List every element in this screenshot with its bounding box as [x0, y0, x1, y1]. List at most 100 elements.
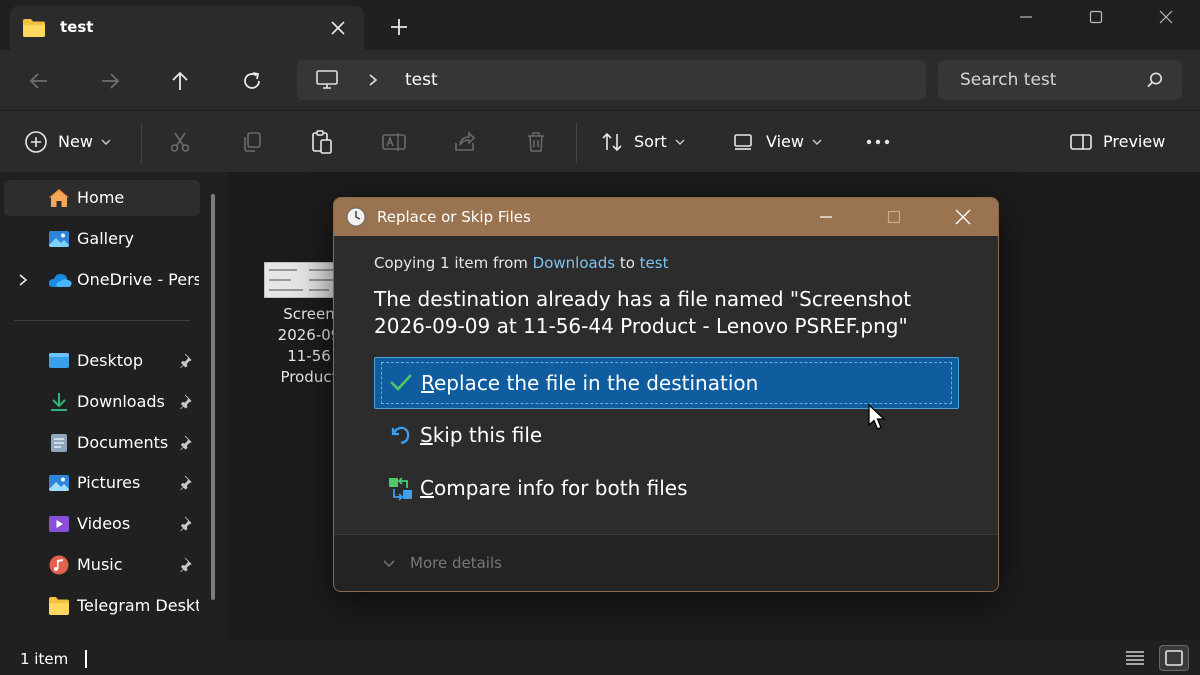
new-tab-button[interactable]	[386, 14, 412, 40]
toolbar-separator	[141, 123, 142, 163]
rename-button[interactable]	[381, 129, 407, 155]
share-button[interactable]	[453, 129, 477, 155]
dialog-maximize-button[interactable]	[870, 202, 918, 232]
sidebar-item-music[interactable]: Music	[4, 547, 200, 583]
chevron-down-icon[interactable]	[382, 559, 396, 569]
pin-icon[interactable]	[180, 353, 194, 369]
refresh-icon	[244, 72, 260, 89]
view-button[interactable]: View	[732, 129, 822, 155]
rename-icon	[382, 133, 406, 151]
chevron-right-icon[interactable]	[367, 73, 379, 87]
pictures-icon	[48, 473, 70, 493]
details-view-icon	[1126, 651, 1144, 665]
back-button[interactable]	[24, 66, 54, 96]
clock-icon	[346, 207, 366, 227]
up-button[interactable]	[165, 66, 195, 96]
copy-button[interactable]	[240, 129, 264, 155]
chevron-down-icon	[101, 139, 111, 145]
new-button[interactable]: New	[24, 129, 111, 155]
sort-button[interactable]: Sort	[600, 129, 685, 155]
pin-icon[interactable]	[180, 557, 194, 573]
home-icon	[48, 188, 70, 208]
delete-button[interactable]	[524, 129, 548, 155]
minimize-icon	[1020, 16, 1032, 18]
cut-button[interactable]	[168, 129, 192, 155]
replace-option-label: Replace the file in the destination	[421, 371, 759, 395]
sidebar-item-home[interactable]: Home	[4, 180, 200, 216]
status-bar: 1 item	[0, 640, 1200, 675]
tab-title: test	[60, 18, 94, 36]
compare-files-option[interactable]: Compare info for both files	[374, 463, 959, 515]
dialog-footer: More details	[334, 534, 998, 591]
minimize-button[interactable]	[996, 2, 1056, 32]
tab-test[interactable]: test	[10, 6, 364, 50]
search-input[interactable]: Search test	[938, 60, 1182, 100]
minimize-icon	[820, 216, 832, 218]
close-tab-button[interactable]	[326, 16, 350, 40]
skip-icon	[388, 424, 412, 446]
pin-icon[interactable]	[180, 394, 194, 410]
file-thumbnail[interactable]	[264, 262, 340, 298]
maximize-icon	[1089, 10, 1103, 24]
chevron-right-icon[interactable]	[18, 273, 28, 287]
close-window-button[interactable]	[1136, 2, 1196, 32]
sidebar-item-label: Telegram Desktop	[77, 596, 199, 615]
sidebar-scrollbar[interactable]	[211, 194, 215, 600]
sidebar-item-videos[interactable]: Videos	[4, 506, 200, 542]
music-icon	[48, 555, 70, 575]
sidebar-item-downloads[interactable]: Downloads	[4, 384, 200, 420]
sidebar-item-label: OneDrive - Personal	[77, 270, 199, 289]
search-placeholder: Search test	[960, 70, 1057, 90]
sidebar-item-label: Home	[77, 188, 125, 207]
sidebar-item-desktop[interactable]: Desktop	[4, 343, 200, 379]
sidebar-item-gallery[interactable]: Gallery	[4, 221, 200, 257]
desktop-icon	[48, 351, 70, 371]
large-icons-view-button[interactable]	[1159, 645, 1189, 671]
sidebar-item-pictures[interactable]: Pictures	[4, 465, 200, 501]
arrow-up-icon	[172, 71, 188, 90]
command-bar: New Sort View Preview	[0, 110, 1200, 172]
chevron-down-icon	[812, 139, 822, 145]
pin-icon[interactable]	[180, 475, 194, 491]
source-folder-link[interactable]: Downloads	[533, 254, 615, 272]
sort-label: Sort	[634, 132, 667, 151]
arrow-right-icon	[102, 73, 120, 89]
folder-icon	[48, 596, 70, 616]
onedrive-icon	[48, 270, 72, 290]
conflict-message: The destination already has a file named…	[374, 287, 912, 338]
replace-or-skip-dialog: Replace or Skip Files Copying 1 item fro…	[333, 197, 999, 592]
computer-icon	[315, 69, 339, 91]
preview-pane-icon	[1070, 134, 1092, 150]
maximize-icon	[887, 210, 901, 224]
address-bar[interactable]: test	[297, 60, 926, 100]
arrow-left-icon	[29, 73, 47, 89]
replace-file-option[interactable]: Replace the file in the destination	[374, 357, 959, 409]
refresh-button[interactable]	[237, 66, 267, 96]
search-icon	[1146, 71, 1164, 89]
tiles-view-icon	[1165, 650, 1183, 666]
sidebar-item-documents[interactable]: Documents	[4, 425, 200, 461]
dialog-close-button[interactable]	[939, 202, 987, 232]
pin-icon[interactable]	[180, 435, 194, 451]
destination-folder-link[interactable]: test	[640, 254, 669, 272]
details-view-button[interactable]	[1120, 645, 1150, 671]
documents-icon	[48, 433, 70, 453]
breadcrumb-test[interactable]: test	[405, 69, 438, 91]
forward-button[interactable]	[95, 66, 125, 96]
more-details-toggle[interactable]: More details	[410, 553, 502, 573]
more-options-button[interactable]	[864, 129, 892, 155]
dialog-minimize-button[interactable]	[802, 202, 850, 232]
text-caret	[85, 650, 87, 668]
paste-button[interactable]	[310, 129, 334, 155]
sidebar-item-telegram-desktop[interactable]: Telegram Desktop	[4, 588, 200, 624]
clipboard-icon	[312, 130, 332, 154]
maximize-button[interactable]	[1066, 2, 1126, 32]
downloads-icon	[48, 392, 70, 412]
preview-pane-button[interactable]: Preview	[1069, 129, 1165, 155]
sidebar-item-onedrive[interactable]: OneDrive - Personal	[4, 262, 200, 298]
checkmark-icon	[389, 372, 413, 392]
pin-icon[interactable]	[180, 516, 194, 532]
plus-icon	[391, 19, 407, 35]
mouse-pointer-icon	[867, 404, 889, 432]
compare-icon	[388, 477, 414, 501]
